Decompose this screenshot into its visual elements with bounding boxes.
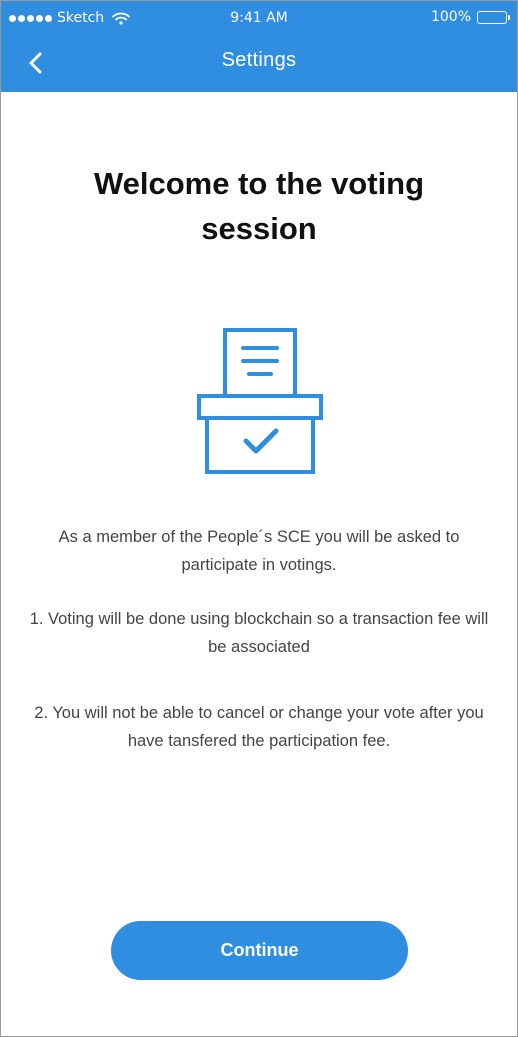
status-bar: Sketch 9:41 AM 100%	[1, 1, 517, 35]
intro-paragraph: As a member of the People´s SCE you will…	[58, 528, 460, 574]
phone-screen: Sketch 9:41 AM 100% Settings Welcome to …	[0, 0, 518, 1037]
continue-button[interactable]: Continue	[111, 921, 408, 980]
app-header: Sketch 9:41 AM 100% Settings	[1, 1, 517, 92]
page-title: Welcome to the voting session	[93, 166, 425, 246]
ballot-box-icon	[197, 328, 323, 474]
battery-percentage: 100%	[430, 9, 471, 25]
navigation-bar: Settings	[1, 35, 517, 92]
rule-1-paragraph: 1. Voting will be done using blockchain …	[29, 610, 489, 656]
rule-2-paragraph: 2. You will not be able to cancel or cha…	[34, 704, 484, 750]
battery-group: 100%	[430, 9, 510, 25]
battery-icon	[477, 10, 510, 24]
nav-title: Settings	[221, 49, 297, 71]
